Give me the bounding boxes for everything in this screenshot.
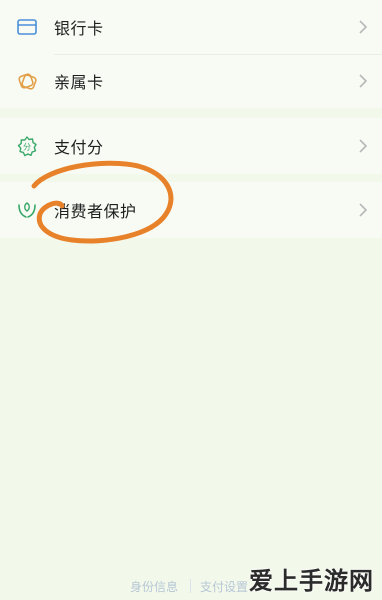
footer-link-payment-settings[interactable]: 支付设置 xyxy=(200,578,248,595)
watermark: 爱上手游网 xyxy=(249,567,374,595)
menu-item-label: 亲属卡 xyxy=(54,73,104,92)
menu-item-payment-score[interactable]: 分 支付分 xyxy=(0,119,382,173)
bank-card-icon xyxy=(16,16,38,38)
footer-separator xyxy=(190,579,191,593)
chevron-right-icon xyxy=(358,19,368,35)
screen: 银行卡 亲属卡 分 支付分 消费者保护 身份信息 支付设置 爱上手游网 xyxy=(0,0,382,600)
footer-link-identity[interactable]: 身份信息 xyxy=(130,578,178,595)
payment-score-icon: 分 xyxy=(16,135,38,157)
payment-score-group: 分 支付分 xyxy=(0,118,382,174)
consumer-protection-group: 消费者保护 xyxy=(0,182,382,238)
consumer-protection-icon xyxy=(16,199,38,221)
chevron-right-icon xyxy=(358,202,368,218)
chevron-right-icon xyxy=(358,73,368,89)
menu-item-label: 银行卡 xyxy=(54,19,104,38)
menu-item-bank-card[interactable]: 银行卡 xyxy=(0,0,382,54)
menu-item-family-card[interactable]: 亲属卡 xyxy=(0,54,382,108)
menu-item-consumer-protection[interactable]: 消费者保护 xyxy=(0,183,382,237)
svg-text:分: 分 xyxy=(23,142,31,151)
family-card-icon xyxy=(16,70,38,92)
chevron-right-icon xyxy=(358,138,368,154)
menu-item-label: 支付分 xyxy=(54,138,104,157)
cards-group: 银行卡 亲属卡 xyxy=(0,0,382,108)
menu-item-label: 消费者保护 xyxy=(54,202,137,221)
